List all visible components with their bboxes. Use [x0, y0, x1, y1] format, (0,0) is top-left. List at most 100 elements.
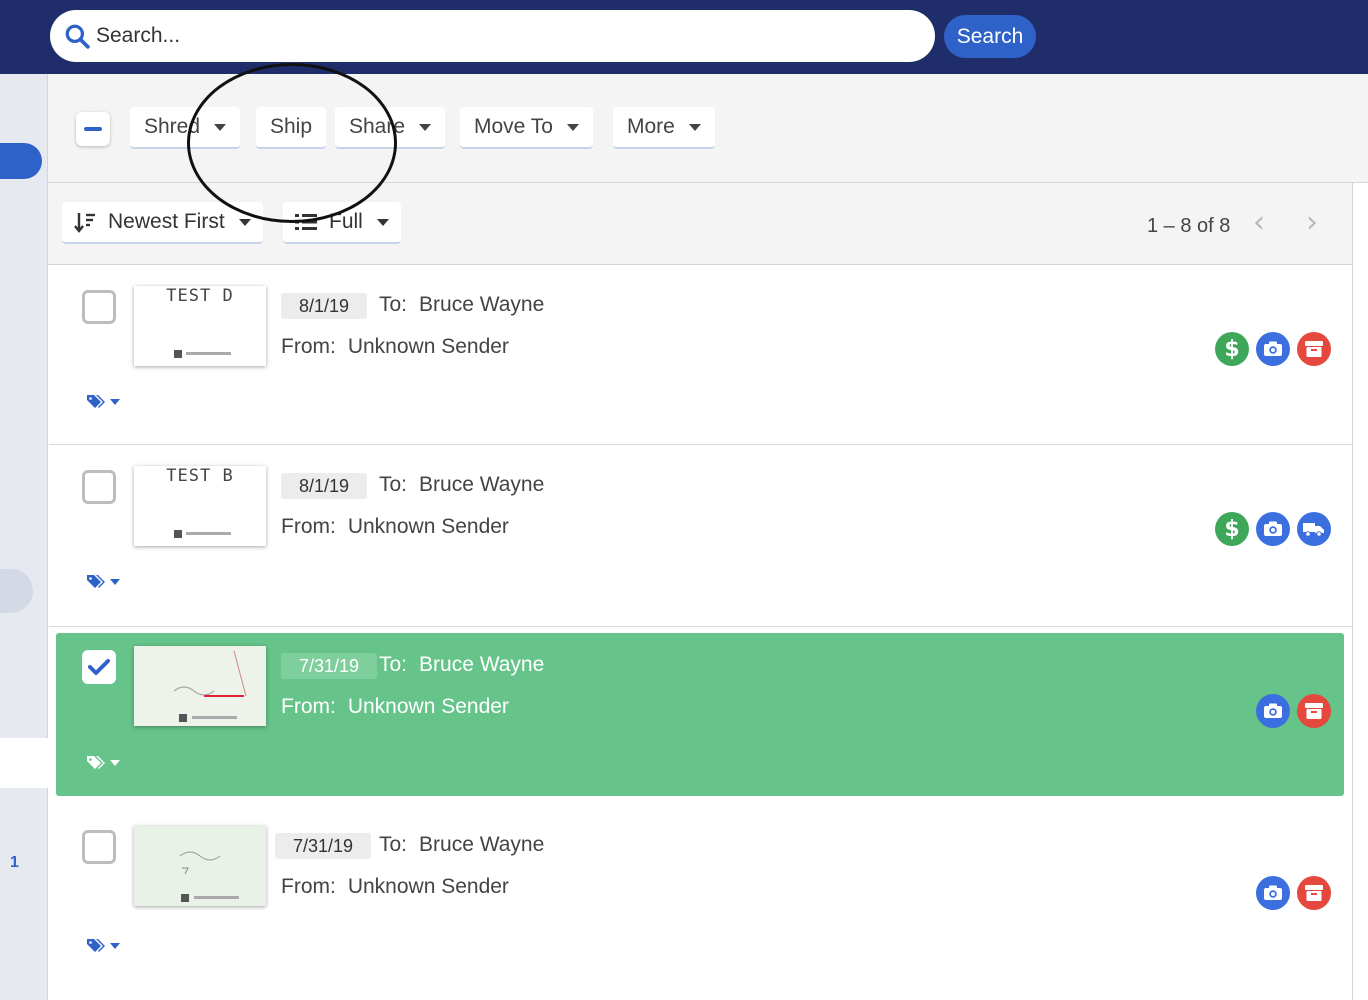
camera-icon[interactable] [1256, 512, 1290, 546]
caret-down-icon [376, 218, 389, 226]
sort-order-label: Newest First [108, 210, 225, 233]
ship-label: Ship [270, 115, 313, 138]
barcode-line [194, 896, 239, 899]
qr-code-icon [174, 350, 182, 358]
caret-down-icon [419, 123, 432, 131]
pager-count: 1 – 8 of 8 [1147, 215, 1231, 237]
row-checkbox[interactable] [82, 290, 116, 324]
row-checkbox[interactable] [82, 830, 116, 864]
ship-button[interactable]: Ship [256, 107, 327, 149]
recipient-line: To: Bruce Wayne [379, 833, 544, 857]
search-button[interactable]: Search [944, 15, 1036, 58]
mail-thumbnail[interactable]: TEST D [134, 286, 266, 366]
rail-item-active[interactable] [0, 143, 42, 179]
tag-dropdown[interactable] [86, 938, 120, 954]
thumbnail-label: TEST D [166, 286, 234, 306]
tags-icon [87, 756, 105, 769]
share-label: Share [349, 115, 406, 138]
sort-descending-icon [74, 213, 95, 233]
chevron-right-icon[interactable]: › [1306, 205, 1318, 240]
mail-row[interactable]: TEST D 8/1/19 To: Bruce Wayne From: Unknow… [49, 266, 1352, 445]
recipient-line: To: Bruce Wayne [379, 653, 544, 677]
sort-order-button[interactable]: Newest First [62, 202, 263, 244]
tag-dropdown[interactable] [86, 755, 120, 771]
sort-bar: Newest First Full 1 – 8 of 8 ‹ › [48, 183, 1353, 265]
dollar-icon[interactable]: $ [1215, 332, 1249, 366]
row-status-icons [1249, 694, 1331, 728]
sender-line: From: Unknown Sender [281, 515, 509, 539]
caret-down-icon [110, 579, 120, 585]
caret-down-icon [110, 760, 120, 766]
shred-button[interactable]: Shred [130, 107, 241, 149]
archive-icon[interactable] [1297, 876, 1331, 910]
deselect-all-button[interactable] [76, 112, 110, 146]
sender-name: Unknown Sender [347, 695, 509, 718]
top-bar: Search [0, 0, 1368, 74]
view-mode-button[interactable]: Full [283, 202, 401, 244]
archive-icon[interactable] [1297, 332, 1331, 366]
recipient-name: Bruce Wayne [419, 833, 545, 856]
to-label: To: [379, 833, 408, 856]
mail-thumbnail[interactable] [134, 646, 266, 726]
row-status-icons: $ [1208, 332, 1331, 366]
mail-row[interactable]: TEST B 8/1/19 To: Bruce Wayne From: Unknow… [49, 446, 1352, 627]
row-status-icons [1249, 876, 1331, 910]
date-badge: 8/1/19 [281, 473, 368, 499]
from-label: From: [281, 335, 336, 358]
tag-dropdown[interactable] [86, 394, 120, 410]
caret-down-icon [110, 943, 120, 949]
camera-icon[interactable] [1256, 694, 1290, 728]
tag-dropdown[interactable] [86, 574, 120, 590]
caret-down-icon [567, 123, 579, 131]
from-label: From: [281, 695, 336, 718]
share-button[interactable]: Share [335, 107, 446, 149]
archive-icon[interactable] [1297, 694, 1331, 728]
sender-line: From: Unknown Sender [281, 335, 509, 359]
move-to-label: Move To [474, 115, 553, 138]
rail-page-number[interactable]: 1 [10, 854, 19, 872]
mail-thumbnail[interactable]: TEST B [134, 466, 266, 546]
rail-item[interactable] [0, 569, 33, 613]
recipient-name: Bruce Wayne [419, 653, 545, 676]
to-label: To: [379, 653, 408, 676]
qr-code-icon [181, 894, 189, 902]
right-border [1352, 183, 1353, 1000]
recipient-line: To: Bruce Wayne [379, 473, 544, 497]
date-badge: 7/31/19 [281, 653, 378, 679]
barcode-line [186, 532, 231, 535]
caret-down-icon [238, 218, 251, 226]
list-icon [295, 214, 317, 230]
move-to-button[interactable]: Move To [460, 107, 593, 149]
row-checkbox-checked[interactable] [82, 650, 116, 684]
search-box[interactable] [50, 10, 935, 62]
truck-icon[interactable] [1297, 512, 1331, 546]
to-label: To: [379, 293, 408, 316]
row-checkbox[interactable] [82, 470, 116, 504]
more-button[interactable]: More [613, 107, 715, 149]
camera-icon[interactable] [1256, 876, 1290, 910]
sender-line: From: Unknown Sender [281, 695, 509, 719]
dollar-icon[interactable]: $ [1215, 512, 1249, 546]
caret-down-icon [688, 123, 701, 131]
rail-item-highlight[interactable] [0, 738, 48, 788]
chevron-left-icon[interactable]: ‹ [1253, 205, 1265, 240]
checkmark-icon [88, 659, 110, 675]
mail-row[interactable]: 7/31/19 To: Bruce Wayne From: Unknown Send… [49, 806, 1352, 1000]
camera-icon[interactable] [1256, 332, 1290, 366]
mail-thumbnail[interactable] [134, 826, 266, 906]
qr-code-icon [179, 714, 187, 722]
search-input[interactable] [96, 24, 916, 48]
mail-row-selected[interactable]: 7/31/19 To: Bruce Wayne From: Unknown Send… [56, 633, 1344, 796]
sender-name: Unknown Sender [347, 515, 509, 538]
to-label: To: [379, 473, 408, 496]
row-status-icons: $ [1208, 512, 1331, 546]
search-icon [65, 24, 90, 49]
minus-icon [84, 127, 102, 131]
left-rail: 1 [0, 74, 48, 1000]
caret-down-icon [214, 123, 227, 131]
from-label: From: [281, 515, 336, 538]
action-toolbar: Shred Ship Share Move To More [48, 74, 1368, 183]
sender-line: From: Unknown Sender [281, 875, 509, 899]
caret-down-icon [110, 399, 120, 405]
more-label: More [627, 115, 675, 138]
